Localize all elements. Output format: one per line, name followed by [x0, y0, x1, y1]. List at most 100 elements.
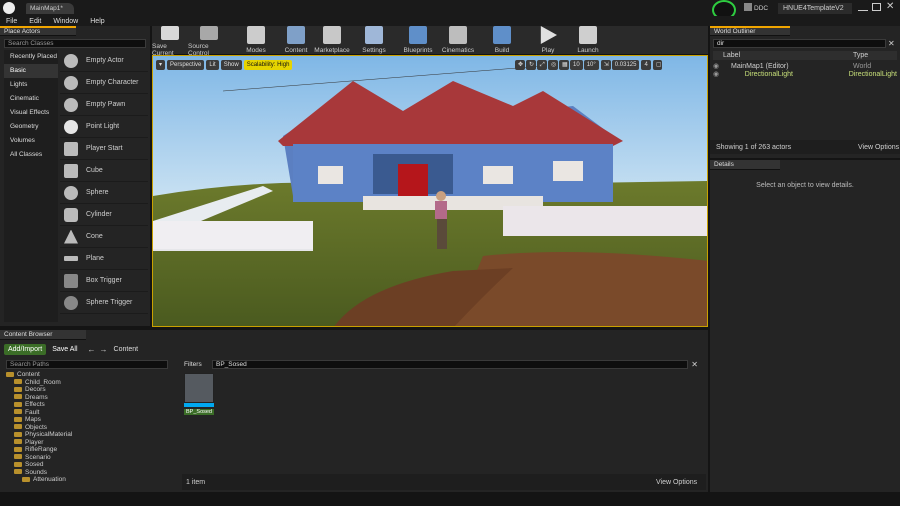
perspective-button[interactable]: Perspective: [167, 60, 205, 70]
filters-button[interactable]: Filters: [184, 361, 212, 368]
outliner-status: Showing 1 of 263 actors: [716, 144, 792, 151]
tree-folder[interactable]: Effects: [6, 401, 178, 409]
folder-icon: [14, 409, 22, 415]
asset-search-input[interactable]: BP_Sosed: [212, 360, 689, 369]
tree-folder[interactable]: Sounds: [6, 469, 178, 477]
actor-item[interactable]: Empty Actor: [60, 50, 148, 72]
scale-snap-value[interactable]: 0.03125: [611, 60, 640, 70]
world-outliner-tab[interactable]: World Outliner: [710, 26, 790, 36]
play-button[interactable]: Play: [530, 23, 566, 57]
marketplace-button[interactable]: Marketplace: [314, 23, 350, 57]
outliner-row[interactable]: ◉ DirectionalLight DirectionalLight: [713, 70, 897, 79]
menu-file[interactable]: File: [6, 18, 17, 25]
modes-button[interactable]: Modes: [238, 23, 274, 57]
save-current-button[interactable]: Save Current: [152, 23, 188, 57]
outliner-view-options[interactable]: View Options: [858, 144, 899, 151]
tree-folder[interactable]: Player: [6, 439, 178, 447]
forward-icon[interactable]: →: [100, 345, 108, 354]
menu-help[interactable]: Help: [90, 18, 104, 25]
visibility-icon[interactable]: ◉: [713, 62, 721, 70]
launch-button[interactable]: Launch: [570, 23, 606, 57]
visibility-icon[interactable]: ◉: [713, 70, 721, 78]
grid-snap-value[interactable]: 10: [570, 60, 583, 70]
type-column-header[interactable]: Type: [853, 52, 868, 59]
menu-edit[interactable]: Edit: [29, 18, 41, 25]
tree-folder[interactable]: RifleRange: [6, 446, 178, 454]
tree-folder[interactable]: Content: [6, 371, 178, 379]
level-viewport[interactable]: ▾ Perspective Lit Show Scalability: High…: [152, 55, 708, 327]
scale-icon[interactable]: ⤢: [537, 60, 547, 70]
tree-folder[interactable]: Attenuation: [6, 476, 178, 484]
clear-filter-icon[interactable]: ✕: [691, 360, 698, 369]
category-geometry[interactable]: Geometry: [4, 120, 58, 134]
tree-folder[interactable]: Decors: [6, 386, 178, 394]
rotate-icon[interactable]: ↻: [526, 60, 536, 70]
category-lights[interactable]: Lights: [4, 78, 58, 92]
tree-folder[interactable]: Child_Room: [6, 379, 178, 387]
category-cinematic[interactable]: Cinematic: [4, 92, 58, 106]
tree-folder[interactable]: Objects: [6, 424, 178, 432]
surface-snap-icon[interactable]: ▦: [559, 60, 569, 70]
content-view-options[interactable]: View Options: [656, 479, 697, 486]
search-paths-input[interactable]: Search Paths: [6, 360, 168, 369]
tree-folder[interactable]: Dreams: [6, 394, 178, 402]
tree-folder[interactable]: Sosed: [6, 461, 178, 469]
tree-folder[interactable]: PhysicalMaterial: [6, 431, 178, 439]
actor-item[interactable]: Player Start: [60, 138, 148, 160]
actor-item[interactable]: Empty Pawn: [60, 94, 148, 116]
folder-tree: Content Child_Room Decors Dreams Effects…: [6, 371, 178, 489]
actor-item[interactable]: Cone: [60, 226, 148, 248]
category-visual-effects[interactable]: Visual Effects: [4, 106, 58, 120]
scale-snap-icon[interactable]: ⇲: [600, 60, 611, 70]
actor-item[interactable]: Sphere Trigger: [60, 292, 148, 314]
maximize-viewport-icon[interactable]: ▢: [652, 60, 662, 70]
actor-item[interactable]: Cube: [60, 160, 148, 182]
world-icon[interactable]: ◎: [548, 60, 558, 70]
outliner-row[interactable]: ◉ MainMap1 (Editor) World: [713, 62, 897, 71]
tree-folder[interactable]: Scenario: [6, 454, 178, 462]
add-import-button[interactable]: Add/Import: [4, 344, 47, 355]
translate-icon[interactable]: ✥: [515, 60, 525, 70]
settings-button[interactable]: Settings: [356, 23, 392, 57]
back-icon[interactable]: ←: [88, 345, 96, 354]
rotation-snap-value[interactable]: 10°: [583, 60, 599, 70]
maximize-button[interactable]: [872, 3, 881, 11]
save-all-button[interactable]: Save All: [52, 346, 77, 353]
category-all-classes[interactable]: All Classes: [4, 148, 58, 162]
actor-item[interactable]: Plane: [60, 248, 148, 270]
viewport-menu-button[interactable]: ▾: [156, 60, 165, 70]
camera-speed-value[interactable]: 4: [641, 60, 651, 70]
source-control-button[interactable]: Source Control: [188, 23, 230, 57]
cinematics-icon: [449, 26, 467, 44]
show-button[interactable]: Show: [220, 60, 242, 70]
tree-folder[interactable]: Fault: [6, 409, 178, 417]
category-recently-placed[interactable]: Recently Placed: [4, 50, 58, 64]
actor-item[interactable]: Point Light: [60, 116, 148, 138]
minimize-button[interactable]: [858, 3, 868, 11]
actor-item[interactable]: Box Trigger: [60, 270, 148, 292]
search-classes-input[interactable]: Search Classes: [4, 39, 146, 48]
details-tab[interactable]: Details: [710, 160, 780, 170]
clear-search-icon[interactable]: ✕: [888, 39, 895, 48]
category-volumes[interactable]: Volumes: [4, 134, 58, 148]
asset-tile[interactable]: BP_Sosed: [184, 373, 214, 419]
lit-button[interactable]: Lit: [206, 60, 219, 70]
blueprints-button[interactable]: Blueprints: [400, 23, 436, 57]
content-browser-tab[interactable]: Content Browser: [0, 330, 86, 340]
actor-item[interactable]: Sphere: [60, 182, 148, 204]
actor-item[interactable]: Empty Character: [60, 72, 148, 94]
actor-item[interactable]: Cylinder: [60, 204, 148, 226]
level-tab[interactable]: MainMap1*: [26, 3, 74, 14]
place-actors-tab[interactable]: Place Actors: [0, 26, 76, 36]
menu-window[interactable]: Window: [53, 18, 78, 25]
cinematics-button[interactable]: Cinematics: [440, 23, 476, 57]
label-column-header[interactable]: Label: [723, 52, 853, 59]
tree-folder[interactable]: Maps: [6, 416, 178, 424]
build-button[interactable]: Build: [484, 23, 520, 57]
category-basic[interactable]: Basic: [4, 64, 58, 78]
close-button[interactable]: ✕: [886, 1, 894, 12]
content-button[interactable]: Content: [278, 23, 314, 57]
scalability-button[interactable]: Scalability: High: [243, 60, 293, 70]
content-path-root[interactable]: Content: [114, 346, 139, 353]
outliner-search-input[interactable]: dir: [713, 39, 886, 48]
